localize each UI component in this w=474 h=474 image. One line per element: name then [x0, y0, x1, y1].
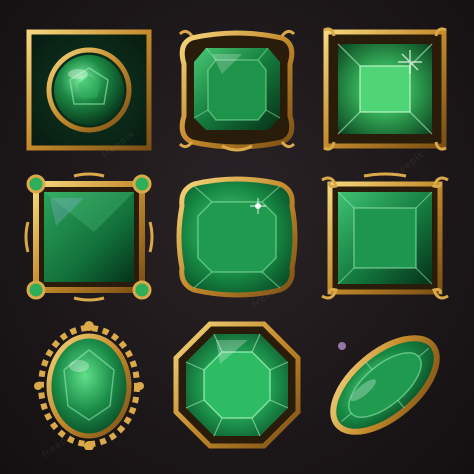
frame-graphic	[24, 172, 154, 302]
frame-graphic	[34, 321, 144, 450]
frame-graphic	[173, 321, 301, 449]
gem-frame-ornate-square[interactable]	[172, 24, 302, 154]
gem-frame-tilted-oval[interactable]	[320, 320, 450, 450]
gem-frame-sheet: freepik freepik freepik freepik	[0, 0, 474, 474]
frame-graphic	[178, 29, 296, 152]
gem-frame-square-scroll[interactable]	[320, 172, 450, 302]
frame-graphic	[330, 335, 440, 435]
frame-graphic	[176, 176, 298, 298]
gem-frame-oval-floral[interactable]	[24, 320, 154, 450]
frame-graphic	[26, 29, 152, 151]
gem-frame-square-round[interactable]	[24, 24, 154, 154]
gem-frame-octagon[interactable]	[172, 320, 302, 450]
frame-graphic	[321, 172, 449, 300]
gem-frame-cushion[interactable]	[172, 172, 302, 302]
frame-graphic	[323, 27, 447, 151]
gem-frame-square-faceted[interactable]	[320, 24, 450, 154]
gem-frame-square-jeweled[interactable]	[24, 172, 154, 302]
